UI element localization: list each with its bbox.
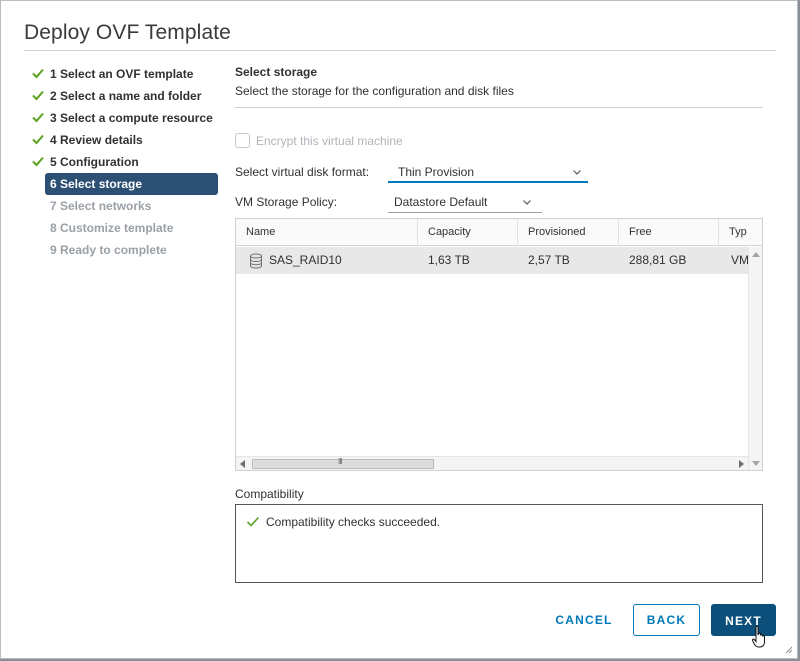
step-label: 8 Customize template <box>50 221 174 235</box>
deploy-ovf-dialog: Deploy OVF Template 1 Select an OVF temp… <box>0 0 798 659</box>
step-configuration[interactable]: 5 Configuration <box>29 151 219 173</box>
content-divider <box>235 107 763 108</box>
chevron-down-icon <box>523 200 531 205</box>
check-icon <box>32 90 44 101</box>
table-header: Name Capacity Provisioned Free Typ <box>236 219 762 246</box>
column-header-name[interactable]: Name <box>236 219 418 246</box>
cell-free: 288,81 GB <box>629 253 687 267</box>
cell-type: VM <box>731 253 748 267</box>
check-icon <box>32 68 44 79</box>
step-label: 1 Select an OVF template <box>50 67 194 81</box>
dialog-title: Deploy OVF Template <box>24 21 231 44</box>
step-review-details[interactable]: 4 Review details <box>29 129 219 151</box>
step-customize-template: 8 Customize template <box>29 217 219 239</box>
column-header-free[interactable]: Free <box>619 219 719 246</box>
disk-format-value: Thin Provision <box>398 165 475 179</box>
step-label: 2 Select a name and folder <box>50 89 202 103</box>
column-header-provisioned[interactable]: Provisioned <box>518 219 619 246</box>
back-button[interactable]: BACK <box>633 604 700 636</box>
step-label: 4 Review details <box>50 133 143 147</box>
step-label: 7 Select networks <box>50 199 152 213</box>
check-icon <box>32 156 44 167</box>
datastore-table: Name Capacity Provisioned Free Typ SAS_R… <box>235 218 763 471</box>
table-row[interactable]: SAS_RAID10 1,63 TB 2,57 TB 288,81 GB VM <box>236 247 748 274</box>
storage-policy-select[interactable]: Datastore Default <box>388 191 542 213</box>
horizontal-scrollbar[interactable]: III <box>236 456 748 470</box>
title-divider <box>24 50 776 51</box>
scrollbar-grip: III <box>338 457 343 466</box>
step-select-compute-resource[interactable]: 3 Select a compute resource <box>29 107 219 129</box>
compatibility-panel: Compatibility checks succeeded. <box>235 504 763 583</box>
hand-cursor-icon <box>751 625 765 648</box>
disk-format-select[interactable]: Thin Provision <box>388 161 588 183</box>
scroll-down-icon[interactable] <box>752 461 760 466</box>
datastore-name: SAS_RAID10 <box>269 253 342 267</box>
step-label: 3 Select a compute resource <box>50 111 213 125</box>
compatibility-message-text: Compatibility checks succeeded. <box>266 515 441 529</box>
step-label: 5 Configuration <box>50 155 139 169</box>
cell-name: SAS_RAID10 <box>236 247 418 274</box>
disk-format-label: Select virtual disk format: <box>235 165 370 179</box>
wizard-steps: 1 Select an OVF template 2 Select a name… <box>29 63 219 261</box>
check-icon <box>246 516 260 527</box>
section-title: Select storage <box>235 65 318 79</box>
encrypt-vm-option: Encrypt this virtual machine <box>235 133 403 148</box>
step-select-name-folder[interactable]: 2 Select a name and folder <box>29 85 219 107</box>
check-icon <box>32 112 44 123</box>
check-icon <box>32 134 44 145</box>
section-subtitle: Select the storage for the configuration… <box>235 84 514 98</box>
cancel-button[interactable]: CANCEL <box>549 604 619 636</box>
storage-policy-label: VM Storage Policy: <box>235 195 338 209</box>
cell-provisioned: 2,57 TB <box>528 253 570 267</box>
step-label: 9 Ready to complete <box>50 243 167 257</box>
encrypt-label: Encrypt this virtual machine <box>256 133 403 148</box>
datastore-icon <box>250 253 262 269</box>
scroll-left-icon[interactable] <box>240 460 245 468</box>
storage-policy-value: Datastore Default <box>394 195 488 209</box>
step-ready-to-complete: 9 Ready to complete <box>29 239 219 261</box>
step-select-networks: 7 Select networks <box>29 195 219 217</box>
step-label: 6 Select storage <box>50 177 143 191</box>
encrypt-checkbox <box>235 133 250 148</box>
compatibility-label: Compatibility <box>235 487 304 501</box>
resize-grip-icon[interactable] <box>785 646 793 654</box>
step-select-ovf-template[interactable]: 1 Select an OVF template <box>29 63 219 85</box>
step-select-storage[interactable]: 6 Select storage <box>45 173 218 195</box>
content-header: Select storage Select the storage for th… <box>235 65 763 98</box>
scroll-up-icon[interactable] <box>752 252 760 257</box>
scrollbar-thumb[interactable]: III <box>252 457 434 469</box>
cell-capacity: 1,63 TB <box>428 253 470 267</box>
chevron-down-icon <box>573 170 581 175</box>
scroll-right-icon[interactable] <box>739 460 744 468</box>
column-header-type[interactable]: Typ <box>719 219 762 246</box>
column-header-capacity[interactable]: Capacity <box>418 219 518 246</box>
compatibility-message: Compatibility checks succeeded. <box>246 515 440 529</box>
vertical-scrollbar[interactable] <box>748 247 762 470</box>
